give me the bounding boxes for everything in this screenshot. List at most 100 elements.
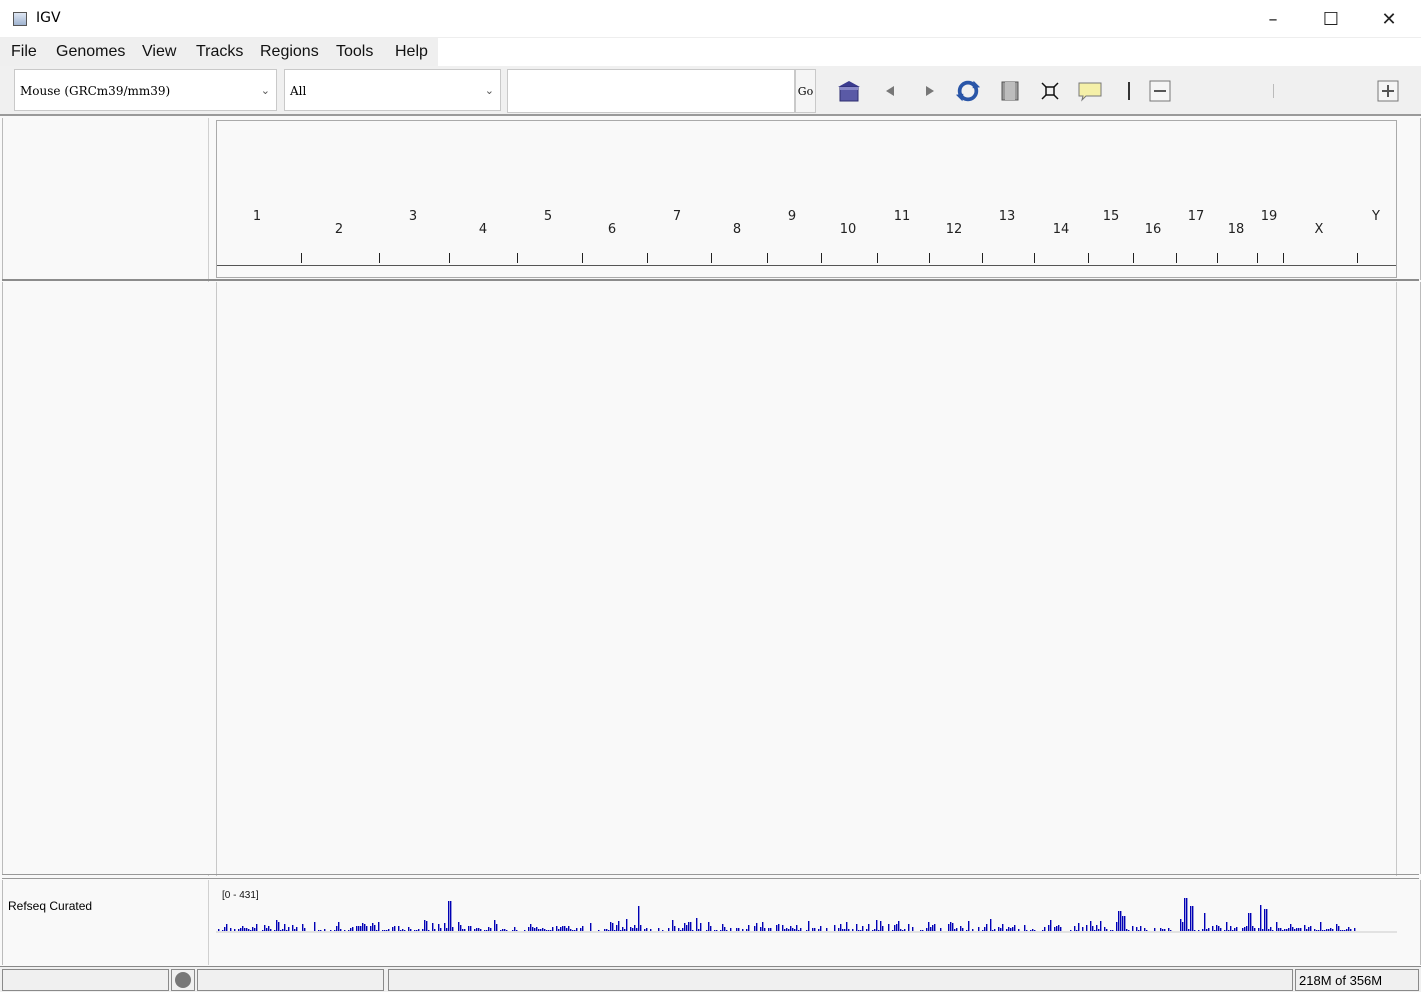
density-bar xyxy=(708,922,710,931)
maximize-button[interactable]: ☐ xyxy=(1302,0,1360,38)
density-bar xyxy=(790,926,792,931)
menu-file[interactable]: File xyxy=(11,43,37,61)
density-bar xyxy=(538,929,540,931)
density-bar xyxy=(1250,913,1252,931)
density-bar xyxy=(484,930,486,931)
density-bar xyxy=(416,930,418,931)
chromosome-label-16[interactable]: 16 xyxy=(1145,222,1162,237)
chromosome-label-y[interactable]: Y xyxy=(1372,209,1380,224)
density-bar xyxy=(250,930,252,931)
density-bar xyxy=(1206,929,1208,931)
zoom-out-icon[interactable] xyxy=(1147,78,1173,104)
density-bar xyxy=(636,928,638,931)
chromosome-label-18[interactable]: 18 xyxy=(1228,222,1245,237)
menu-help[interactable]: Help xyxy=(395,43,428,61)
chromosome-boundary-tick xyxy=(1034,253,1035,263)
menu-genomes[interactable]: Genomes xyxy=(56,43,125,61)
density-bar xyxy=(418,929,420,931)
density-bar xyxy=(1082,927,1084,931)
chromosome-boundary-tick xyxy=(982,253,983,263)
density-bar xyxy=(1264,909,1266,931)
chromosome-dropdown[interactable]: All ⌄ xyxy=(284,69,501,111)
density-bar xyxy=(838,928,840,931)
chromosome-label-17[interactable]: 17 xyxy=(1188,209,1205,224)
chromosome-label-10[interactable]: 10 xyxy=(840,222,857,237)
chromosome-label-6[interactable]: 6 xyxy=(608,222,616,237)
density-bar xyxy=(452,927,454,931)
zoom-slider-tick[interactable] xyxy=(1261,78,1287,104)
chromosome-label-3[interactable]: 3 xyxy=(409,209,417,224)
chromosome-label-12[interactable]: 12 xyxy=(946,222,963,237)
density-bar xyxy=(762,922,764,931)
density-bar xyxy=(1138,930,1140,931)
density-bar xyxy=(230,928,232,931)
density-bar xyxy=(844,929,846,931)
density-bar xyxy=(794,929,796,931)
density-bar xyxy=(1140,926,1142,931)
density-bar xyxy=(932,925,934,931)
density-bar xyxy=(722,924,724,931)
region-roi-icon[interactable] xyxy=(997,78,1023,104)
menu-tracks[interactable]: Tracks xyxy=(196,43,243,61)
back-icon[interactable] xyxy=(877,78,903,104)
chromosome-label-14[interactable]: 14 xyxy=(1053,222,1070,237)
density-bar xyxy=(868,924,870,931)
minimize-button[interactable]: – xyxy=(1244,0,1302,38)
density-bar xyxy=(902,930,904,931)
zoom-in-icon[interactable] xyxy=(1375,78,1401,104)
go-button[interactable]: Go xyxy=(795,69,816,113)
density-bar xyxy=(846,922,848,931)
density-bar xyxy=(1104,927,1106,931)
density-bar xyxy=(428,930,430,931)
chromosome-label-2[interactable]: 2 xyxy=(335,222,343,237)
refseq-density-track[interactable] xyxy=(216,880,1397,965)
chromosome-label-11[interactable]: 11 xyxy=(894,209,911,224)
title-bar: IGV – ☐ ✕ xyxy=(0,0,1421,38)
density-bar xyxy=(264,925,266,931)
chromosome-label-x[interactable]: X xyxy=(1315,222,1324,237)
chromosome-label-15[interactable]: 15 xyxy=(1103,209,1120,224)
density-bar xyxy=(1290,924,1292,931)
genome-dropdown[interactable]: Mouse (GRCm39/mm39) ⌄ xyxy=(14,69,277,111)
chromosome-label-13[interactable]: 13 xyxy=(999,209,1016,224)
density-bar xyxy=(834,925,836,931)
density-bar xyxy=(984,927,986,931)
density-bar xyxy=(422,929,424,931)
density-bar xyxy=(760,927,762,931)
home-icon[interactable] xyxy=(836,78,862,104)
genome-value: Mouse (GRCm39/mm39) xyxy=(20,84,171,98)
track-name-refseq[interactable]: Refseq Curated xyxy=(8,899,92,913)
chromosome-label-7[interactable]: 7 xyxy=(673,209,681,224)
density-bar xyxy=(386,930,388,931)
menu-view[interactable]: View xyxy=(142,43,176,61)
density-bar xyxy=(1244,927,1246,931)
density-bar xyxy=(612,923,614,931)
locus-search-input[interactable] xyxy=(507,69,795,113)
density-bar xyxy=(1248,913,1250,931)
density-bar xyxy=(1340,930,1342,931)
menu-tools[interactable]: Tools xyxy=(336,43,373,61)
density-bar xyxy=(1054,927,1056,931)
density-bar xyxy=(1018,929,1020,931)
toolbar: Mouse (GRCm39/mm39) ⌄ All ⌄ Go xyxy=(0,66,1421,116)
density-bar xyxy=(1120,911,1122,931)
chromosome-label-5[interactable]: 5 xyxy=(544,209,552,224)
menu-regions[interactable]: Regions xyxy=(260,43,319,61)
density-bar xyxy=(1316,930,1318,931)
density-bar xyxy=(392,927,394,931)
density-bar xyxy=(562,926,564,931)
density-bar xyxy=(630,927,632,931)
chromosome-boundary-tick xyxy=(821,253,822,263)
chromosome-label-19[interactable]: 19 xyxy=(1261,209,1278,224)
refresh-icon[interactable] xyxy=(955,78,981,104)
chromosome-label-9[interactable]: 9 xyxy=(788,209,796,224)
popup-info-icon[interactable] xyxy=(1077,78,1103,104)
chromosome-label-1[interactable]: 1 xyxy=(253,209,261,224)
chromosome-label-4[interactable]: 4 xyxy=(479,222,487,237)
chromosome-label-8[interactable]: 8 xyxy=(733,222,741,237)
ideogram-panel[interactable] xyxy=(216,120,1397,278)
density-bar xyxy=(1348,927,1350,931)
close-button[interactable]: ✕ xyxy=(1360,0,1418,38)
fit-window-icon[interactable] xyxy=(1037,78,1063,104)
forward-icon[interactable] xyxy=(917,78,943,104)
